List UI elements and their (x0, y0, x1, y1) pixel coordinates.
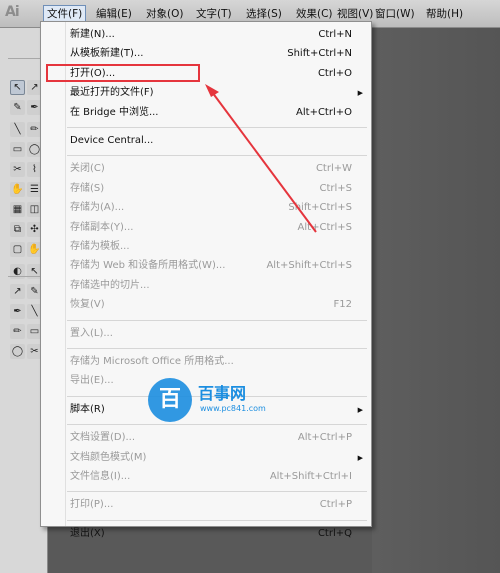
arrow-head (205, 84, 219, 97)
watermark-icon: 百 (148, 378, 192, 422)
arrow-annotation (205, 84, 317, 233)
watermark-logo: 百 百事网 www.pc841.com (148, 374, 288, 424)
watermark-title: 百事网 (198, 384, 247, 403)
watermark-url: www.pc841.com (200, 404, 266, 413)
arrow-shaft (211, 91, 317, 233)
